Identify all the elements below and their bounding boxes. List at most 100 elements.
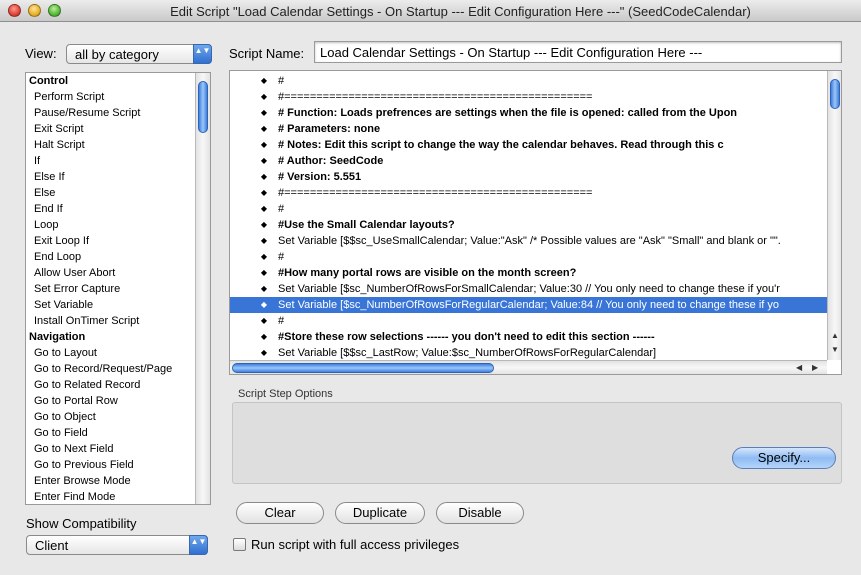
script-line-text: #Store these row selections ------ you d… [278, 331, 655, 343]
script-editor-vscroll-thumb[interactable] [830, 79, 840, 109]
script-line-text: # Version: 5.551 [278, 171, 362, 183]
script-line[interactable]: ◆ # [230, 313, 827, 329]
minimize-window-button[interactable] [28, 4, 41, 17]
scroll-right-icon[interactable]: ▶ [812, 363, 818, 372]
line-handle-icon[interactable]: ◆ [259, 249, 269, 265]
script-line[interactable]: ◆ # [230, 249, 827, 265]
step-list-item[interactable]: Go to Object [26, 409, 210, 425]
script-line-text: Set Variable [$$sc_LastRow; Value:$sc_Nu… [278, 347, 657, 359]
script-line[interactable]: ◆ # [230, 73, 827, 89]
step-list-item[interactable]: Go to Field [26, 425, 210, 441]
script-line-text: Set Variable [$sc_NumberOfRowsForSmallCa… [278, 283, 780, 295]
step-list-item[interactable]: Allow User Abort [26, 265, 210, 281]
step-category-header[interactable]: Navigation [26, 329, 210, 345]
script-line[interactable]: ◆ Set Variable [$sc_NumberOfRowsForRegula… [230, 297, 827, 313]
step-list-item[interactable]: Else If [26, 169, 210, 185]
script-line[interactable]: ◆ # Function: Loads prefrences are settin… [230, 105, 827, 121]
scroll-left-icon[interactable]: ◀ [796, 363, 802, 372]
script-line[interactable]: ◆ # Notes: Edit this script to change the… [230, 137, 827, 153]
script-name-field[interactable]: Load Calendar Settings - On Startup --- … [314, 41, 842, 63]
script-line[interactable]: ◆ #How many portal rows are visible on th… [230, 265, 827, 281]
clear-button[interactable]: Clear [236, 502, 324, 524]
script-line-text: #Use the Small Calendar layouts? [278, 219, 455, 231]
line-handle-icon[interactable]: ◆ [259, 297, 269, 313]
full-access-checkbox[interactable] [233, 538, 246, 551]
step-list-item[interactable]: Go to Layout [26, 345, 210, 361]
script-editor[interactable]: ◆ # ◆ #====================================… [229, 70, 842, 375]
line-handle-icon[interactable]: ◆ [259, 329, 269, 345]
script-line[interactable]: ◆ Set Variable [$$sc_LastRow; Value:$sc_N… [230, 345, 827, 359]
view-popup[interactable]: all by category ▲▼ [66, 44, 212, 64]
step-list-item[interactable]: Go to Previous Field [26, 457, 210, 473]
line-handle-icon[interactable]: ◆ [259, 281, 269, 297]
step-list-item[interactable]: Go to Related Record [26, 377, 210, 393]
script-line[interactable]: ◆ # Version: 5.551 [230, 169, 827, 185]
script-steps-list[interactable]: Control Perform Script Pause/Resume Script… [25, 72, 211, 505]
step-list-item[interactable]: Perform Script [26, 89, 210, 105]
step-list-item[interactable]: Halt Script [26, 137, 210, 153]
step-list-item[interactable]: Else [26, 185, 210, 201]
compatibility-popup-value: Client [35, 538, 69, 553]
step-list-item[interactable]: Enter Browse Mode [26, 473, 210, 489]
line-handle-icon[interactable]: ◆ [259, 217, 269, 233]
steps-list-scrollbar[interactable] [195, 73, 210, 504]
step-list-item[interactable]: Pause/Resume Script [26, 105, 210, 121]
script-line[interactable]: ◆ # Author: SeedCode [230, 153, 827, 169]
line-handle-icon[interactable]: ◆ [259, 137, 269, 153]
step-list-item[interactable]: Enter Find Mode [26, 489, 210, 504]
line-handle-icon[interactable]: ◆ [259, 153, 269, 169]
step-options-group [232, 402, 842, 484]
scroll-down-icon[interactable]: ▼ [831, 345, 839, 354]
step-list-item[interactable]: Exit Loop If [26, 233, 210, 249]
line-handle-icon[interactable]: ◆ [259, 121, 269, 137]
script-line[interactable]: ◆ #======================================… [230, 185, 827, 201]
script-line-text: # [278, 251, 285, 263]
step-list-item[interactable]: Loop [26, 217, 210, 233]
compatibility-popup[interactable]: Client ▲▼ [26, 535, 208, 555]
line-handle-icon[interactable]: ◆ [259, 185, 269, 201]
step-list-item[interactable]: End Loop [26, 249, 210, 265]
popup-arrows-icon: ▲▼ [193, 44, 212, 64]
line-handle-icon[interactable]: ◆ [259, 313, 269, 329]
full-access-label: Run script with full access privileges [251, 537, 460, 552]
line-handle-icon[interactable]: ◆ [259, 89, 269, 105]
script-editor-hscrollbar[interactable]: ◀ ▶ [230, 360, 827, 374]
step-list-item[interactable]: Exit Script [26, 121, 210, 137]
script-line[interactable]: ◆ #======================================… [230, 89, 827, 105]
step-list-item[interactable]: Go to Portal Row [26, 393, 210, 409]
script-line[interactable]: ◆ # [230, 201, 827, 217]
step-list-item[interactable]: Go to Next Field [26, 441, 210, 457]
step-list-item[interactable]: Install OnTimer Script [26, 313, 210, 329]
line-handle-icon[interactable]: ◆ [259, 105, 269, 121]
scroll-up-icon[interactable]: ▲ [831, 331, 839, 340]
zoom-window-button[interactable] [48, 4, 61, 17]
step-list-item[interactable]: Set Variable [26, 297, 210, 313]
script-editor-vscrollbar[interactable]: ▲ ▼ [827, 71, 841, 360]
script-line[interactable]: ◆ Set Variable [$sc_NumberOfRowsForSmallC… [230, 281, 827, 297]
steps-list-scroll-thumb[interactable] [198, 81, 208, 133]
step-category-header[interactable]: Control [26, 73, 210, 89]
script-line[interactable]: ◆ #Use the Small Calendar layouts? [230, 217, 827, 233]
script-line[interactable]: ◆ Set Variable [$$sc_UseSmallCalendar; Va… [230, 233, 827, 249]
step-list-item[interactable]: End If [26, 201, 210, 217]
script-editor-hscroll-thumb[interactable] [232, 363, 494, 373]
step-list-item[interactable]: Set Error Capture [26, 281, 210, 297]
script-line-text: # [278, 315, 285, 327]
close-window-button[interactable] [8, 4, 21, 17]
view-popup-value: all by category [75, 47, 159, 62]
specify-button[interactable]: Specify... [732, 447, 836, 469]
script-line[interactable]: ◆ # Parameters: none [230, 121, 827, 137]
line-handle-icon[interactable]: ◆ [259, 201, 269, 217]
line-handle-icon[interactable]: ◆ [259, 73, 269, 89]
duplicate-button[interactable]: Duplicate [335, 502, 425, 524]
script-name-label: Script Name: [229, 46, 305, 61]
script-line[interactable]: ◆ #Store these row selections ------ you … [230, 329, 827, 345]
line-handle-icon[interactable]: ◆ [259, 345, 269, 359]
disable-button[interactable]: Disable [436, 502, 524, 524]
line-handle-icon[interactable]: ◆ [259, 169, 269, 185]
line-handle-icon[interactable]: ◆ [259, 265, 269, 281]
script-line-text: #How many portal rows are visible on the… [278, 267, 577, 279]
step-list-item[interactable]: If [26, 153, 210, 169]
step-list-item[interactable]: Go to Record/Request/Page [26, 361, 210, 377]
line-handle-icon[interactable]: ◆ [259, 233, 269, 249]
